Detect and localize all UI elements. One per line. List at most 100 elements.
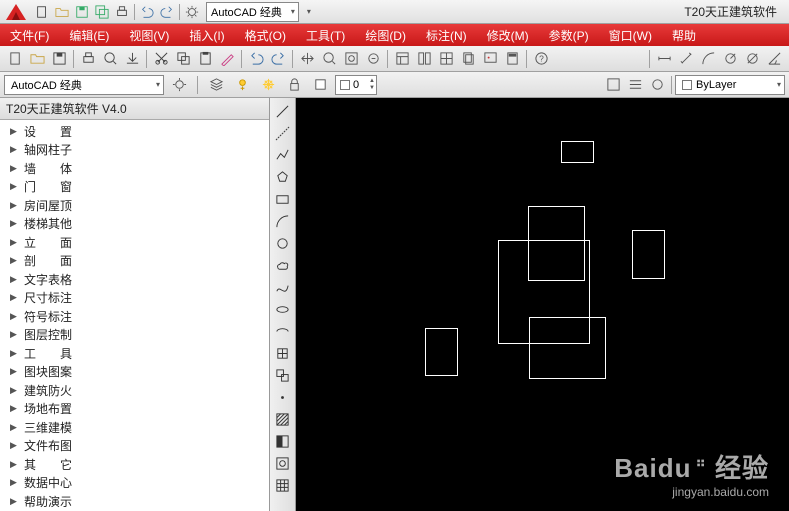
menu-insert[interactable]: 插入(I) [179, 24, 234, 46]
print-icon[interactable] [112, 2, 132, 22]
markup-icon[interactable] [479, 48, 501, 70]
tree-item-4[interactable]: ▶房间屋顶 [0, 196, 269, 215]
zoom-prev-icon[interactable] [362, 48, 384, 70]
tree-item-11[interactable]: ▶图层控制 [0, 326, 269, 345]
tree-item-18[interactable]: ▶其 它 [0, 455, 269, 474]
workspace-settings-icon[interactable] [168, 74, 190, 96]
new-icon[interactable] [32, 2, 52, 22]
open-icon[interactable] [52, 2, 72, 22]
tree-item-8[interactable]: ▶文字表格 [0, 270, 269, 289]
tool-palette-icon[interactable] [435, 48, 457, 70]
bylayer-dropdown[interactable]: ByLayer [675, 75, 785, 95]
redo-icon[interactable] [157, 2, 177, 22]
spin-up-icon[interactable]: ▲ [369, 78, 375, 85]
print-tb-icon[interactable] [77, 48, 99, 70]
ellipse-arc-icon[interactable] [270, 320, 294, 342]
workspace-prop-dropdown[interactable]: AutoCAD 经典 [4, 75, 164, 95]
revcloud-icon[interactable] [270, 254, 294, 276]
drawn-rect-4[interactable] [529, 317, 606, 379]
tree-item-3[interactable]: ▶门 窗 [0, 178, 269, 197]
tree-item-7[interactable]: ▶剖 面 [0, 252, 269, 271]
point-icon[interactable] [270, 386, 294, 408]
menu-draw[interactable]: 绘图(D) [355, 24, 416, 46]
tree-item-2[interactable]: ▶墙 体 [0, 159, 269, 178]
workspace-dropdown[interactable]: AutoCAD 经典 [206, 2, 299, 22]
arc-icon[interactable] [270, 210, 294, 232]
layer-number-input[interactable]: 0 ▲▼ [335, 75, 377, 95]
tree-item-10[interactable]: ▶符号标注 [0, 307, 269, 326]
menu-file[interactable]: 文件(F) [0, 24, 59, 46]
dim-aligned-icon[interactable] [675, 48, 697, 70]
drawing-canvas[interactable]: Baidu⠶ 经验 jingyan.baidu.com [296, 98, 789, 511]
cut-icon[interactable] [150, 48, 172, 70]
layer-freeze-icon[interactable] [257, 74, 279, 96]
layer-on-icon[interactable] [231, 74, 253, 96]
circle-icon[interactable] [270, 232, 294, 254]
menu-window[interactable]: 窗口(W) [599, 24, 662, 46]
polyline-icon[interactable] [270, 144, 294, 166]
new-file-icon[interactable] [4, 48, 26, 70]
drawn-rect-3[interactable] [632, 230, 665, 279]
open-file-icon[interactable] [26, 48, 48, 70]
menu-edit[interactable]: 编辑(E) [59, 24, 119, 46]
polygon-icon[interactable] [270, 166, 294, 188]
match-icon[interactable] [216, 48, 238, 70]
insert-block-icon[interactable] [270, 342, 294, 364]
prop-layer-states-icon[interactable] [624, 74, 646, 96]
construction-line-icon[interactable] [270, 122, 294, 144]
ellipse-icon[interactable] [270, 298, 294, 320]
menu-parametric[interactable]: 参数(P) [539, 24, 599, 46]
undo-icon[interactable] [137, 2, 157, 22]
dim-angular-icon[interactable] [763, 48, 785, 70]
menu-modify[interactable]: 修改(M) [477, 24, 539, 46]
line-icon[interactable] [270, 100, 294, 122]
tree-item-15[interactable]: ▶场地布置 [0, 400, 269, 419]
save-file-icon[interactable] [48, 48, 70, 70]
hatch-icon[interactable] [270, 408, 294, 430]
dim-radius-icon[interactable] [719, 48, 741, 70]
prop-match-icon[interactable] [602, 74, 624, 96]
qat-more-icon[interactable]: ▾ [299, 2, 319, 22]
sheet-set-icon[interactable] [457, 48, 479, 70]
preview-icon[interactable] [99, 48, 121, 70]
tree-item-12[interactable]: ▶工 具 [0, 344, 269, 363]
tree-item-17[interactable]: ▶文件布图 [0, 437, 269, 456]
tree-item-13[interactable]: ▶图块图案 [0, 363, 269, 382]
zoom-tb-icon[interactable] [318, 48, 340, 70]
spin-down-icon[interactable]: ▼ [369, 85, 375, 92]
region-icon[interactable] [270, 452, 294, 474]
save-icon[interactable] [72, 2, 92, 22]
tree-item-0[interactable]: ▶设 置 [0, 122, 269, 141]
layer-color-icon[interactable] [309, 74, 331, 96]
drawn-rect-5[interactable] [425, 328, 458, 376]
rectangle-icon[interactable] [270, 188, 294, 210]
menu-tools[interactable]: 工具(T) [296, 24, 355, 46]
zoom-window-icon[interactable] [340, 48, 362, 70]
gradient-icon[interactable] [270, 430, 294, 452]
quickcalc-icon[interactable] [501, 48, 523, 70]
tree-item-14[interactable]: ▶建筑防火 [0, 381, 269, 400]
dim-arc-icon[interactable] [697, 48, 719, 70]
paste-icon[interactable] [194, 48, 216, 70]
menu-view[interactable]: 视图(V) [119, 24, 179, 46]
prop-misc-icon[interactable] [646, 74, 668, 96]
tree-item-1[interactable]: ▶轴网柱子 [0, 141, 269, 160]
drawn-rect-0[interactable] [561, 141, 594, 163]
redo-tb-icon[interactable] [267, 48, 289, 70]
help-tb-icon[interactable]: ? [530, 48, 552, 70]
tree-item-19[interactable]: ▶数据中心 [0, 474, 269, 493]
spline-icon[interactable] [270, 276, 294, 298]
menu-dimension[interactable]: 标注(N) [416, 24, 477, 46]
layer-lock-icon[interactable] [283, 74, 305, 96]
properties-icon[interactable] [391, 48, 413, 70]
menu-format[interactable]: 格式(O) [235, 24, 296, 46]
saveas-icon[interactable] [92, 2, 112, 22]
dim-diameter-icon[interactable] [741, 48, 763, 70]
tree-item-20[interactable]: ▶帮助演示 [0, 492, 269, 511]
table-icon[interactable] [270, 474, 294, 496]
undo-tb-icon[interactable] [245, 48, 267, 70]
design-center-icon[interactable] [413, 48, 435, 70]
copy-icon[interactable] [172, 48, 194, 70]
dim-linear-icon[interactable] [653, 48, 675, 70]
menu-help[interactable]: 帮助 [662, 24, 706, 46]
